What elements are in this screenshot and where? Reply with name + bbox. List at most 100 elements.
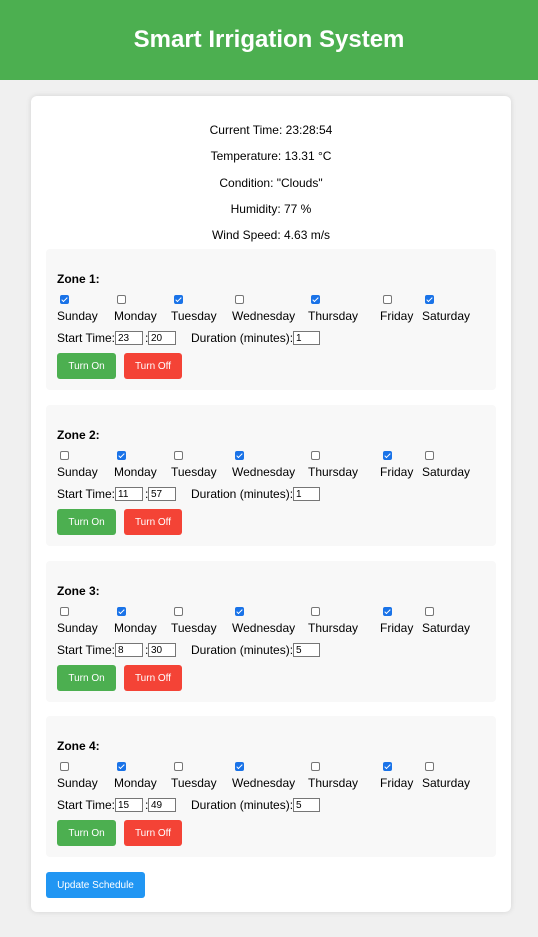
day-checkbox-group: Sunday Monday Tuesday Wednesday Thursday Frid… (46, 606, 496, 636)
day-label: Sunday (57, 621, 98, 635)
day-label: Wednesday (232, 776, 296, 790)
day-label: Tuesday (171, 621, 217, 635)
day-checkbox[interactable] (235, 451, 244, 460)
day-checkbox[interactable] (174, 607, 183, 616)
start-hour-input[interactable] (115, 798, 143, 812)
day-checkbox[interactable] (60, 762, 69, 771)
day-label: Monday (114, 309, 157, 323)
start-time-label: Start Time: (57, 798, 116, 812)
day-label: Tuesday (171, 776, 217, 790)
start-minute-input[interactable] (148, 643, 176, 657)
day-checkbox[interactable] (383, 762, 392, 771)
day-checkbox[interactable] (235, 762, 244, 771)
update-schedule-button[interactable]: Update Schedule (46, 872, 145, 898)
day-checkbox[interactable] (174, 451, 183, 460)
day-label: Monday (114, 465, 157, 479)
schedule-row: Start Time::Duration (minutes): (57, 798, 497, 814)
day-label: Wednesday (232, 309, 296, 323)
day-checkbox[interactable] (311, 295, 320, 304)
day-label: Saturday (422, 465, 471, 479)
turn-off-button[interactable]: Turn Off (124, 665, 182, 691)
day-checkbox[interactable] (425, 451, 434, 460)
day-checkbox[interactable] (311, 762, 320, 771)
day-checkbox[interactable] (425, 295, 434, 304)
turn-off-button[interactable]: Turn Off (124, 509, 182, 535)
day-label: Sunday (57, 309, 98, 323)
turn-on-button[interactable]: Turn On (57, 353, 116, 379)
day-checkbox[interactable] (311, 451, 320, 460)
day-label: Wednesday (232, 621, 296, 635)
day-label: Sunday (57, 776, 98, 790)
day-checkbox[interactable] (383, 295, 392, 304)
day-checkbox[interactable] (60, 295, 69, 304)
start-time-label: Start Time: (57, 331, 116, 345)
schedule-row: Start Time::Duration (minutes): (57, 331, 497, 347)
schedule-row: Start Time::Duration (minutes): (57, 643, 497, 659)
duration-label: Duration (minutes): (191, 643, 294, 657)
zone-title: Zone 3: (57, 584, 100, 598)
zone-panel: Zone 3: Sunday Monday Tuesday Wednesday Thurs… (46, 561, 496, 702)
zone-panel: Zone 2: Sunday Monday Tuesday Wednesday Thurs… (46, 405, 496, 546)
day-label: Saturday (422, 309, 471, 323)
day-label: Tuesday (171, 309, 217, 323)
day-checkbox[interactable] (117, 607, 126, 616)
day-checkbox[interactable] (117, 762, 126, 771)
start-time-label: Start Time: (57, 487, 116, 501)
day-label: Friday (380, 465, 414, 479)
day-label: Friday (380, 309, 414, 323)
main-card: Current Time: 23:28:54 Temperature: 13.3… (31, 96, 511, 912)
day-checkbox[interactable] (174, 295, 183, 304)
duration-label: Duration (minutes): (191, 331, 294, 345)
day-checkbox-group: Sunday Monday Tuesday Wednesday Thursday Frid… (46, 450, 496, 480)
page-title: Smart Irrigation System (133, 26, 405, 53)
duration-label: Duration (minutes): (191, 798, 294, 812)
duration-label: Duration (minutes): (191, 487, 294, 501)
day-checkbox[interactable] (383, 451, 392, 460)
day-label: Thursday (308, 465, 359, 479)
day-checkbox[interactable] (117, 451, 126, 460)
start-minute-input[interactable] (148, 798, 176, 812)
start-time-label: Start Time: (57, 643, 116, 657)
day-checkbox[interactable] (117, 295, 126, 304)
day-checkbox[interactable] (425, 607, 434, 616)
day-label: Sunday (57, 465, 98, 479)
day-label: Saturday (422, 621, 471, 635)
turn-off-button[interactable]: Turn Off (124, 353, 182, 379)
current-time: Current Time: 23:28:54 (209, 123, 333, 137)
turn-on-button[interactable]: Turn On (57, 665, 116, 691)
day-label: Thursday (308, 621, 359, 635)
duration-input[interactable] (293, 798, 320, 812)
app-header: Smart Irrigation System (0, 0, 538, 80)
day-checkbox[interactable] (425, 762, 434, 771)
day-checkbox[interactable] (235, 295, 244, 304)
day-checkbox[interactable] (311, 607, 320, 616)
start-hour-input[interactable] (115, 643, 143, 657)
temperature: Temperature: 13.31 °C (210, 149, 332, 163)
zone-title: Zone 2: (57, 428, 100, 442)
start-hour-input[interactable] (115, 331, 143, 345)
wind-speed: Wind Speed: 4.63 m/s (211, 228, 331, 242)
start-minute-input[interactable] (148, 331, 176, 345)
day-label: Monday (114, 621, 157, 635)
duration-input[interactable] (293, 487, 320, 501)
day-label: Thursday (308, 776, 359, 790)
day-label: Tuesday (171, 465, 217, 479)
day-checkbox[interactable] (60, 607, 69, 616)
day-label: Monday (114, 776, 157, 790)
day-label: Thursday (308, 309, 359, 323)
turn-on-button[interactable]: Turn On (57, 820, 116, 846)
duration-input[interactable] (293, 643, 320, 657)
day-checkbox[interactable] (174, 762, 183, 771)
day-checkbox[interactable] (60, 451, 69, 460)
day-checkbox[interactable] (383, 607, 392, 616)
day-checkbox[interactable] (235, 607, 244, 616)
duration-input[interactable] (293, 331, 320, 345)
start-minute-input[interactable] (148, 487, 176, 501)
turn-on-button[interactable]: Turn On (57, 509, 116, 535)
turn-off-button[interactable]: Turn Off (124, 820, 182, 846)
condition: Condition: "Clouds" (219, 176, 323, 190)
day-checkbox-group: Sunday Monday Tuesday Wednesday Thursday Frid… (46, 294, 496, 324)
day-checkbox-group: Sunday Monday Tuesday Wednesday Thursday Frid… (46, 761, 496, 791)
start-hour-input[interactable] (115, 487, 143, 501)
zone-title: Zone 1: (57, 272, 100, 286)
